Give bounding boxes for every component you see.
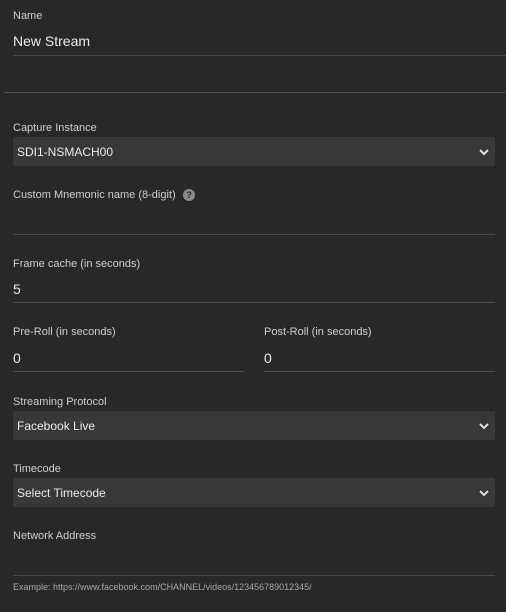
mnemonic-field-underline — [13, 234, 495, 235]
name-field-underline — [13, 55, 506, 56]
post-roll-label: Post-Roll (in seconds) — [264, 326, 372, 338]
network-address-label: Network Address — [13, 530, 97, 542]
pre-roll-field-underline — [13, 371, 244, 372]
chevron-down-icon — [479, 490, 489, 497]
capture-instance-value: SDI1-NSMACH00 — [17, 145, 114, 159]
mnemonic-label: Custom Mnemonic name (8-digit) — [13, 189, 176, 201]
chevron-down-icon — [479, 149, 489, 156]
timecode-value: Select Timecode — [17, 486, 106, 500]
streaming-protocol-label: Streaming Protocol — [13, 396, 107, 408]
network-address-field-underline — [13, 575, 495, 576]
name-field[interactable]: New Stream — [13, 33, 90, 49]
frame-cache-label: Frame cache (in seconds) — [13, 258, 141, 270]
post-roll-field-underline — [264, 371, 495, 372]
post-roll-field[interactable]: 0 — [264, 350, 272, 366]
timecode-select[interactable]: Select Timecode — [13, 478, 495, 507]
stream-form: Name New Stream Capture Instance SDI1-NS… — [0, 0, 506, 612]
chevron-down-icon — [479, 423, 489, 430]
pre-roll-label: Pre-Roll (in seconds) — [13, 326, 116, 338]
streaming-protocol-value: Facebook Live — [17, 419, 96, 433]
pre-roll-field[interactable]: 0 — [13, 350, 21, 366]
frame-cache-field-underline — [13, 302, 495, 303]
name-label: Name — [13, 10, 43, 22]
capture-instance-label: Capture Instance — [13, 122, 97, 134]
timecode-label: Timecode — [13, 463, 61, 475]
capture-instance-select[interactable]: SDI1-NSMACH00 — [13, 137, 495, 166]
streaming-protocol-select[interactable]: Facebook Live — [13, 411, 495, 440]
network-address-hint: Example: https://www.facebook.com/CHANNE… — [13, 582, 312, 592]
frame-cache-field[interactable]: 5 — [13, 281, 21, 297]
help-icon[interactable]: ? — [183, 189, 195, 201]
section-divider — [4, 92, 506, 93]
